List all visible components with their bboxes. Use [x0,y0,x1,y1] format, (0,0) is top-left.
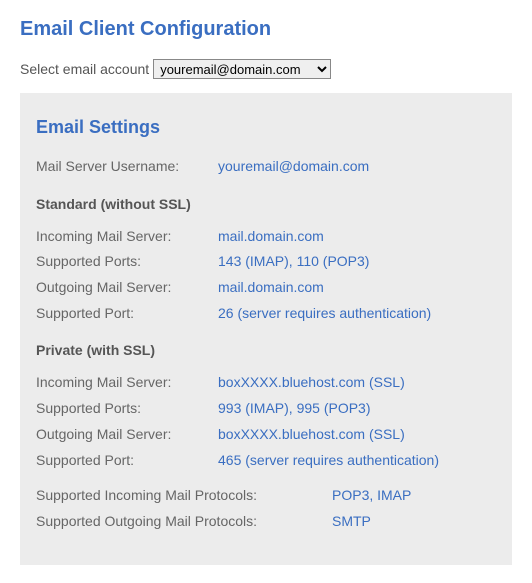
private-ports-label: Supported Ports: [36,398,218,420]
standard-outgoing-label: Outgoing Mail Server: [36,277,218,299]
account-selector-row: Select email account youremail@domain.co… [20,59,512,79]
spacer [36,475,496,485]
standard-incoming-row: Incoming Mail Server: mail.domain.com [36,226,496,248]
standard-outgoing-row: Outgoing Mail Server: mail.domain.com [36,277,496,299]
username-value: youremail@domain.com [218,156,369,178]
standard-port-label: Supported Port: [36,303,218,325]
standard-ports-value: 143 (IMAP), 110 (POP3) [218,251,369,273]
private-outgoing-label: Outgoing Mail Server: [36,424,218,446]
account-select[interactable]: youremail@domain.com [153,59,331,79]
standard-section-header: Standard (without SSL) [36,196,496,212]
settings-title: Email Settings [36,117,496,138]
username-label: Mail Server Username: [36,156,218,178]
page-title: Email Client Configuration [20,18,512,41]
private-port-value: 465 (server requires authentication) [218,450,439,472]
private-outgoing-row: Outgoing Mail Server: boxXXXX.bluehost.c… [36,424,496,446]
standard-incoming-label: Incoming Mail Server: [36,226,218,248]
settings-panel: Email Settings Mail Server Username: you… [20,93,512,565]
protocols-incoming-row: Supported Incoming Mail Protocols: POP3,… [36,485,496,507]
protocols-outgoing-label: Supported Outgoing Mail Protocols: [36,511,332,533]
standard-port-value: 26 (server requires authentication) [218,303,431,325]
private-outgoing-value: boxXXXX.bluehost.com (SSL) [218,424,405,446]
standard-incoming-value: mail.domain.com [218,226,324,248]
standard-outgoing-value: mail.domain.com [218,277,324,299]
standard-port-row: Supported Port: 26 (server requires auth… [36,303,496,325]
protocols-incoming-label: Supported Incoming Mail Protocols: [36,485,332,507]
protocols-outgoing-row: Supported Outgoing Mail Protocols: SMTP [36,511,496,533]
private-incoming-label: Incoming Mail Server: [36,372,218,394]
standard-ports-label: Supported Ports: [36,251,218,273]
private-port-label: Supported Port: [36,450,218,472]
private-ports-value: 993 (IMAP), 995 (POP3) [218,398,371,420]
account-label: Select email account [20,61,149,77]
private-incoming-row: Incoming Mail Server: boxXXXX.bluehost.c… [36,372,496,394]
private-ports-row: Supported Ports: 993 (IMAP), 995 (POP3) [36,398,496,420]
private-incoming-value: boxXXXX.bluehost.com (SSL) [218,372,405,394]
protocols-outgoing-value: SMTP [332,511,371,533]
username-row: Mail Server Username: youremail@domain.c… [36,156,496,178]
private-section-header: Private (with SSL) [36,342,496,358]
standard-ports-row: Supported Ports: 143 (IMAP), 110 (POP3) [36,251,496,273]
protocols-incoming-value: POP3, IMAP [332,485,411,507]
page-container: Email Client Configuration Select email … [0,0,532,583]
private-port-row: Supported Port: 465 (server requires aut… [36,450,496,472]
